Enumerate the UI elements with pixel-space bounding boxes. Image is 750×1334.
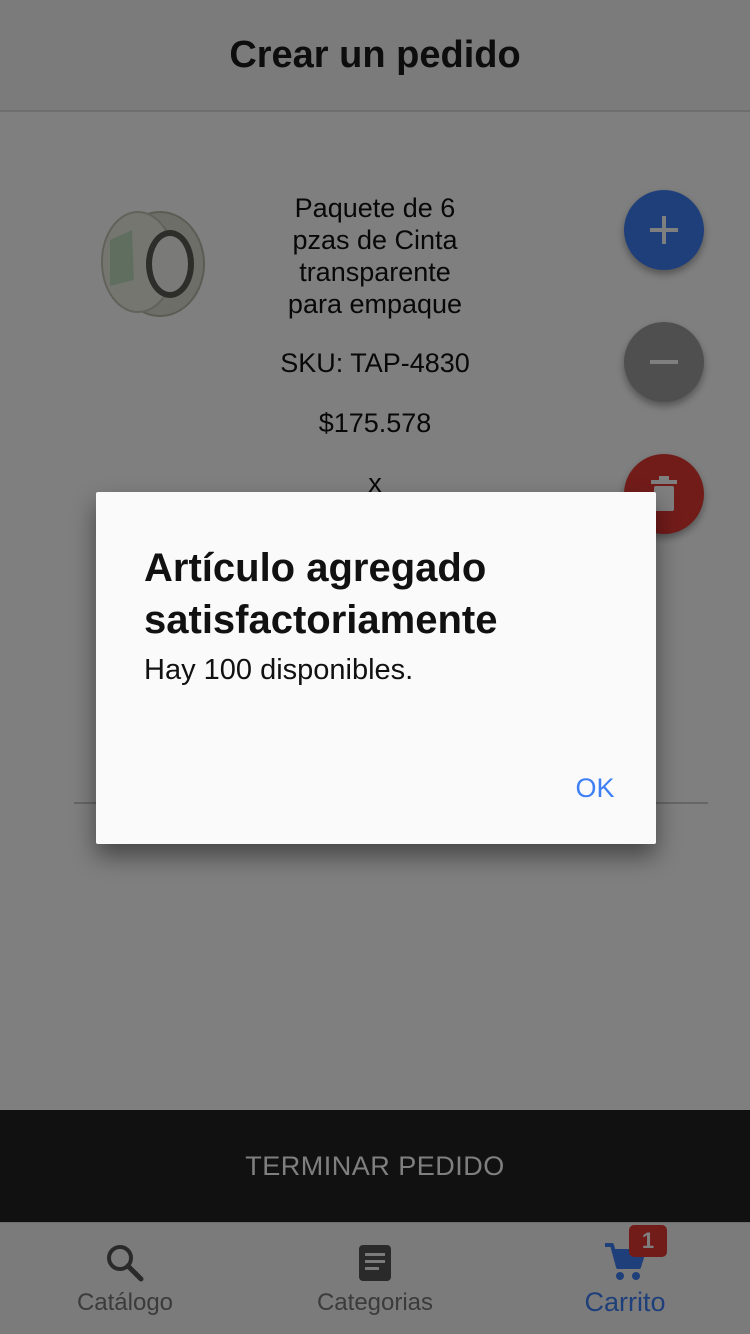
dialog-title: Artículo agregado satisfactoriamente [144,546,498,642]
dialog-message: Hay 100 disponibles. [144,654,414,686]
ok-button[interactable]: OK [552,762,638,814]
alert-dialog: Artículo agregado satisfactoriamente Hay… [96,492,656,844]
